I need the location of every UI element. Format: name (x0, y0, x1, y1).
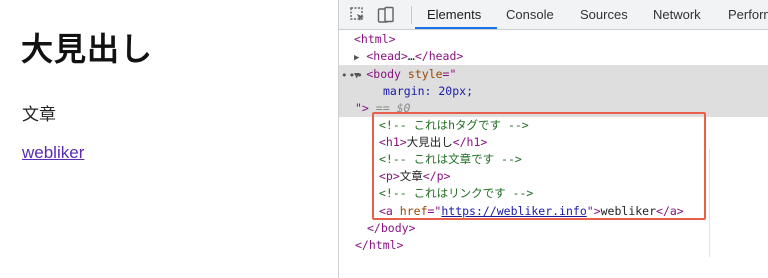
tree-line-html-close[interactable]: </html> (355, 237, 403, 254)
page-heading: 大見出し (21, 30, 154, 68)
tree-line-style-value: margin: 20px; (383, 84, 474, 98)
tab-console[interactable]: Console (506, 0, 554, 30)
tab-performance[interactable]: Perform (728, 0, 768, 30)
page-link[interactable]: webliker (22, 143, 84, 163)
tab-sources[interactable]: Sources (580, 0, 628, 30)
tree-line-h1[interactable]: <h1>大見出し</h1> (379, 134, 487, 151)
tree-line-body-open[interactable]: ▼ <body style=" (354, 66, 456, 83)
tree-line-body-close[interactable]: </body> (367, 220, 415, 237)
expand-arrow-icon[interactable]: ▶ (354, 53, 359, 63)
devtools-panel: Elements Console Sources Network Perform… (338, 0, 768, 278)
href-link[interactable]: https://webliker.info (441, 204, 586, 218)
tree-line-p[interactable]: <p>文章</p> (379, 168, 450, 185)
collapse-arrow-icon[interactable]: ▼ (354, 71, 359, 81)
active-tab-indicator (415, 27, 497, 29)
inspect-element-icon[interactable] (349, 6, 367, 24)
rendered-page: 大見出し 文章 webliker (0, 0, 338, 278)
tree-line-comment-p[interactable]: <!-- これは文章です --> (379, 151, 522, 168)
devtools-toolbar: Elements Console Sources Network Perform (339, 0, 768, 30)
indent-guide (709, 149, 710, 257)
tab-network[interactable]: Network (653, 0, 701, 30)
tree-line-head[interactable]: ▶ <head>…</head> (354, 48, 463, 65)
tree-line-comment-h[interactable]: <!-- これはhタグです --> (379, 117, 529, 134)
page-paragraph: 文章 (22, 105, 56, 125)
toolbar-separator (411, 6, 412, 24)
tree-line-html[interactable]: <html> (354, 31, 396, 48)
device-toolbar-icon[interactable] (377, 6, 395, 24)
tree-line-comment-a[interactable]: <!-- これはリンクです --> (379, 185, 533, 202)
tab-elements[interactable]: Elements (427, 0, 481, 30)
tree-line-selected-marker: "> == $0 (355, 101, 411, 115)
elements-tree: ••• <html> ▶ <head>…</head> ▼ <body styl… (339, 31, 768, 278)
tree-line-a[interactable]: <a href="https://webliker.info">webliker… (379, 203, 684, 220)
